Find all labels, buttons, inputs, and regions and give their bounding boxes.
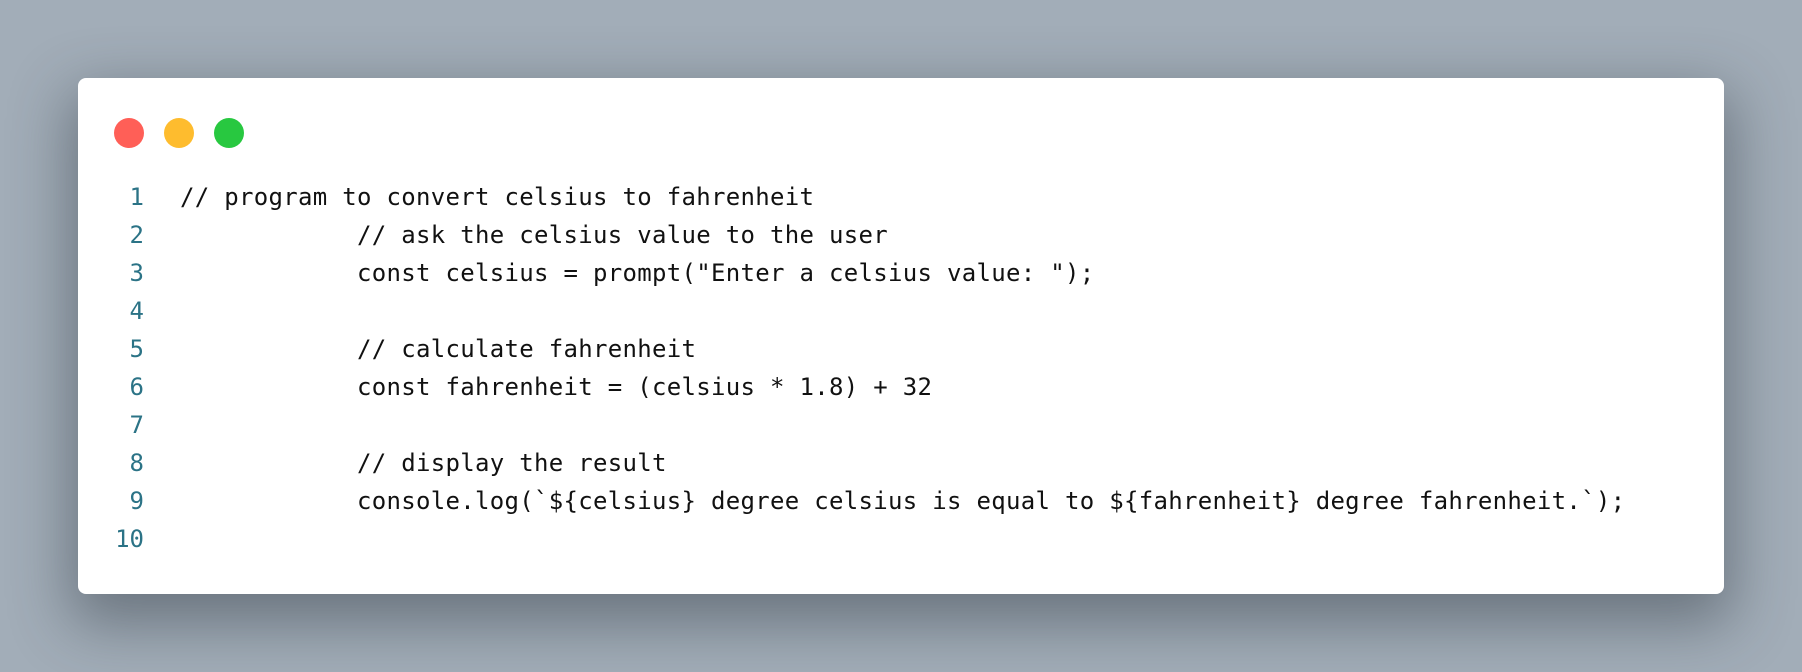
window-controls: [114, 118, 264, 148]
code-line: 5 // calculate fahrenheit: [78, 330, 1724, 368]
line-number: 5: [129, 335, 144, 363]
line-number: 2: [129, 221, 144, 249]
code-text: console.log(`${celsius} degree celsius i…: [180, 487, 1626, 515]
code-line: 10: [78, 520, 1724, 558]
line-number: 4: [129, 297, 144, 325]
code-text: // program to convert celsius to fahrenh…: [180, 183, 815, 211]
code-text: // ask the celsius value to the user: [180, 221, 888, 249]
code-window: 1 // program to convert celsius to fahre…: [78, 78, 1724, 594]
code-text: const celsius = prompt("Enter a celsius …: [180, 259, 1095, 287]
code-line: 4: [78, 292, 1724, 330]
code-text: // calculate fahrenheit: [180, 335, 697, 363]
maximize-button-icon[interactable]: [214, 118, 244, 148]
code-line: 9 console.log(`${celsius} degree celsius…: [78, 482, 1724, 520]
code-line: 3 const celsius = prompt("Enter a celsiu…: [78, 254, 1724, 292]
line-number: 9: [129, 487, 144, 515]
line-number: 8: [129, 449, 144, 477]
code-block[interactable]: 1 // program to convert celsius to fahre…: [78, 178, 1724, 558]
code-line: 6 const fahrenheit = (celsius * 1.8) + 3…: [78, 368, 1724, 406]
line-number: 3: [129, 259, 144, 287]
code-line: 2 // ask the celsius value to the user: [78, 216, 1724, 254]
line-number: 1: [129, 183, 144, 211]
code-text: // display the result: [180, 449, 667, 477]
code-line: 1 // program to convert celsius to fahre…: [78, 178, 1724, 216]
minimize-button-icon[interactable]: [164, 118, 194, 148]
close-button-icon[interactable]: [114, 118, 144, 148]
line-number: 7: [129, 411, 144, 439]
line-number: 10: [115, 525, 144, 553]
code-text: const fahrenheit = (celsius * 1.8) + 32: [180, 373, 933, 401]
line-number: 6: [129, 373, 144, 401]
code-line: 8 // display the result: [78, 444, 1724, 482]
code-line: 7: [78, 406, 1724, 444]
